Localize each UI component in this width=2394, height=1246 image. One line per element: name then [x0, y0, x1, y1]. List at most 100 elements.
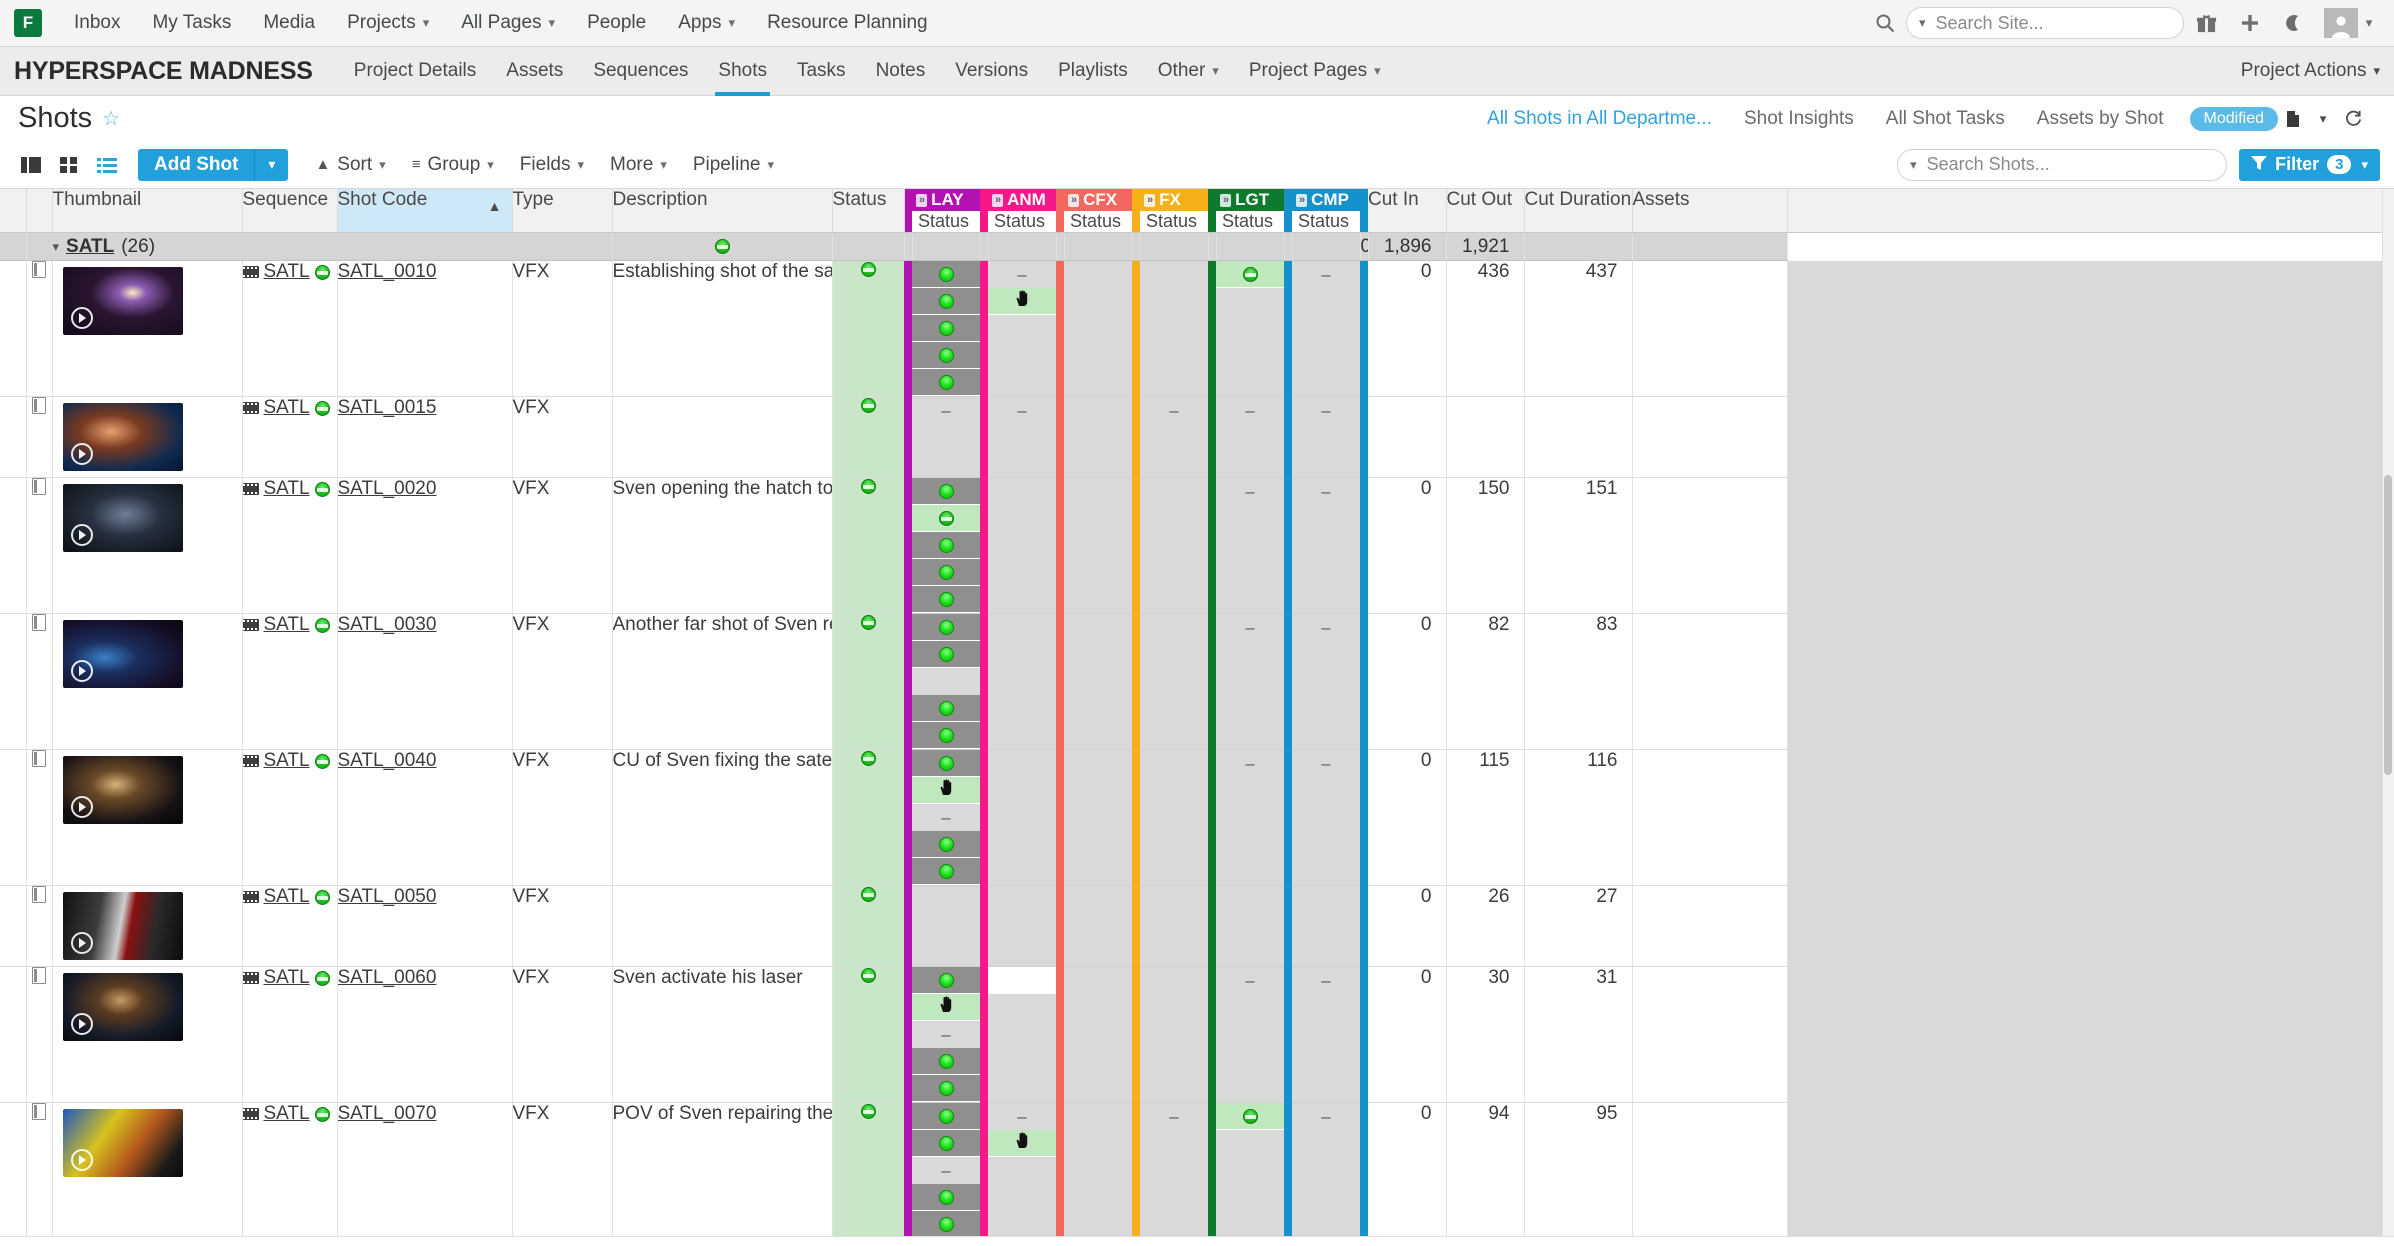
thumbnail-cell[interactable] [52, 260, 243, 397]
pipeline-cell-anm[interactable]: – [988, 260, 1056, 397]
pipeline-cell-cfx[interactable] [1064, 477, 1132, 614]
type-cell[interactable]: VFX [512, 396, 613, 478]
column-header-description[interactable]: Description [612, 189, 833, 233]
pipeline-cell-lgt[interactable] [1216, 260, 1284, 397]
status-dot-icon[interactable] [938, 347, 954, 363]
row-checkbox[interactable] [0, 966, 27, 1103]
nav-item-projects[interactable]: Projects ▾ [331, 0, 445, 47]
shot-code-cell[interactable]: SATL_0010 [337, 260, 513, 397]
pipeline-cell-cmp[interactable]: – [1292, 613, 1360, 750]
avatar[interactable] [2324, 8, 2358, 38]
status-dot-icon[interactable] [314, 400, 330, 416]
shot-code-link[interactable]: SATL_0020 [338, 478, 437, 499]
pipeline-cell-cfx[interactable] [1064, 613, 1132, 750]
status-dot-icon[interactable] [860, 968, 876, 983]
status-cell[interactable] [832, 260, 904, 397]
sequence-cell[interactable]: SATL [242, 477, 338, 614]
shot-thumbnail[interactable] [62, 484, 183, 552]
nav-item-apps[interactable]: Apps ▾ [662, 0, 751, 47]
row-checkbox[interactable] [0, 613, 27, 750]
status-dot-icon[interactable] [938, 863, 954, 879]
view-detail-icon[interactable] [14, 148, 48, 182]
pipeline-cell-lay[interactable] [912, 885, 980, 967]
task-status-cell[interactable] [912, 288, 980, 315]
task-status-cell[interactable] [912, 994, 980, 1021]
status-dot-icon[interactable] [860, 398, 876, 413]
toolbar-pipeline-button[interactable]: Pipeline ▾ [680, 148, 787, 182]
pipeline-cell-fx[interactable]: – [1140, 1102, 1208, 1236]
sequence-link[interactable]: SATL [264, 1103, 310, 1125]
task-status-cell[interactable] [912, 315, 980, 342]
pipeline-cell-lay[interactable]: – [912, 749, 980, 886]
description-cell[interactable]: POV of Sven repairing the d... [612, 1102, 833, 1236]
column-header-sequence[interactable]: Sequence [242, 189, 338, 233]
filter-button[interactable]: Filter 3 ▾ [2239, 148, 2380, 181]
task-status-cell[interactable]: – [1292, 614, 1360, 641]
task-status-cell[interactable] [912, 586, 980, 613]
assets-cell[interactable] [1632, 260, 1788, 397]
status-dot-icon[interactable] [860, 479, 876, 494]
page-document-icon[interactable] [2278, 104, 2308, 134]
shot-thumbnail[interactable] [62, 892, 183, 960]
play-icon[interactable] [70, 660, 93, 682]
type-cell[interactable]: VFX [512, 966, 613, 1103]
pipeline-cell-fx[interactable] [1140, 477, 1208, 614]
task-status-cell[interactable] [988, 288, 1056, 315]
tab-shots[interactable]: Shots [703, 47, 782, 96]
shot-code-cell[interactable]: SATL_0060 [337, 966, 513, 1103]
status-dot-icon[interactable] [314, 970, 330, 986]
task-status-cell[interactable] [912, 1130, 980, 1157]
nav-item-inbox[interactable]: Inbox [58, 0, 136, 47]
cut-in-cell[interactable]: 0 [1368, 613, 1447, 750]
view-list-icon[interactable] [90, 148, 124, 182]
page-link-shot-insights[interactable]: Shot Insights [1728, 108, 1870, 130]
column-header-assets[interactable]: Assets [1632, 189, 1788, 233]
play-icon[interactable] [70, 307, 93, 329]
status-dot-icon[interactable] [938, 619, 954, 635]
task-status-cell[interactable]: – [988, 1103, 1056, 1130]
pipeline-cell-lgt[interactable] [1216, 1102, 1284, 1236]
task-status-cell[interactable] [912, 505, 980, 532]
task-status-cell[interactable]: – [912, 1021, 980, 1048]
pipeline-cell-fx[interactable] [1140, 260, 1208, 397]
cut-duration-cell[interactable]: 95 [1524, 1102, 1633, 1236]
group-row[interactable]: ▾ SATL (26) 01,8961,921 [0, 232, 2394, 261]
sequence-link[interactable]: SATL [264, 750, 310, 772]
column-header-row-handle[interactable] [26, 189, 53, 233]
status-dot-icon[interactable] [938, 755, 954, 771]
cut-in-cell[interactable]: 0 [1368, 966, 1447, 1103]
shot-code-cell[interactable]: SATL_0040 [337, 749, 513, 886]
cut-out-cell[interactable] [1446, 396, 1525, 478]
task-status-cell[interactable] [912, 1048, 980, 1075]
refresh-icon[interactable] [2338, 104, 2368, 134]
sequence-cell[interactable]: SATL [242, 966, 338, 1103]
row-drag-handle[interactable] [26, 260, 53, 397]
play-icon[interactable] [70, 1149, 93, 1171]
pipeline-cell-cfx[interactable] [1064, 1102, 1132, 1236]
pipeline-cell-anm[interactable] [988, 885, 1056, 967]
column-header-shot-code[interactable]: Shot Code ▲ [337, 189, 513, 233]
task-status-cell[interactable]: – [1292, 967, 1360, 994]
table-row[interactable]: SATL SATL_0010 VFX Establishing shot of the… [0, 260, 2394, 397]
sequence-link[interactable]: SATL [264, 614, 310, 636]
shot-thumbnail[interactable] [62, 1109, 183, 1177]
page-link-all-shots-in-all-departme[interactable]: All Shots in All Departme... [1471, 108, 1728, 130]
tab-assets[interactable]: Assets [491, 47, 578, 96]
tab-sequences[interactable]: Sequences [578, 47, 703, 96]
expand-step-icon[interactable]: » [1220, 193, 1232, 207]
nav-item-resource-planning[interactable]: Resource Planning [751, 0, 944, 47]
assets-cell[interactable] [1632, 749, 1788, 886]
task-status-cell[interactable] [912, 1211, 980, 1236]
page-menu-chevron-down-icon[interactable]: ▾ [2308, 104, 2338, 134]
sequence-cell[interactable]: SATL [242, 613, 338, 750]
pipeline-cell-fx[interactable] [1140, 885, 1208, 967]
pipeline-cell-cmp[interactable]: – [1292, 260, 1360, 397]
shot-thumbnail[interactable] [62, 403, 183, 471]
task-status-cell[interactable] [912, 750, 980, 777]
cut-out-cell[interactable]: 150 [1446, 477, 1525, 614]
row-drag-handle[interactable] [26, 885, 53, 967]
sequence-cell[interactable]: SATL [242, 260, 338, 397]
status-dot-icon[interactable] [938, 320, 954, 336]
status-dot-icon[interactable] [314, 1106, 330, 1122]
task-status-cell[interactable] [912, 478, 980, 505]
